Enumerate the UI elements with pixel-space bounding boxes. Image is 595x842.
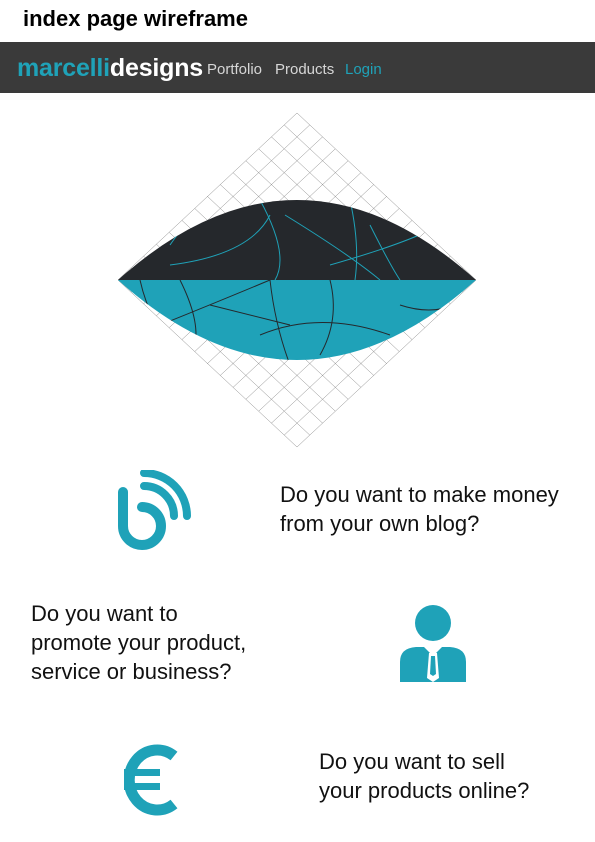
text-line: promote your product, bbox=[31, 630, 247, 655]
text-line: your products online? bbox=[319, 778, 530, 803]
section-sell-text: Do you want to sell your products online… bbox=[319, 747, 529, 805]
text-line: service or business? bbox=[31, 659, 232, 684]
lens-shape bbox=[118, 200, 476, 360]
navbar: marcellidesigns Portfolio Products Login bbox=[0, 42, 595, 93]
brand-part-1: marcelli bbox=[17, 54, 110, 82]
text-line: from your own blog? bbox=[280, 511, 480, 536]
nav-item-portfolio[interactable]: Portfolio bbox=[207, 61, 262, 79]
blog-rss-icon bbox=[118, 470, 191, 550]
brand-logo[interactable]: marcellidesigns bbox=[17, 52, 203, 84]
text-line: Do you want to bbox=[31, 601, 178, 626]
section-promote-text: Do you want to promote your product, ser… bbox=[31, 599, 246, 686]
text-line: Do you want to sell bbox=[319, 749, 505, 774]
nav-item-login[interactable]: Login bbox=[345, 61, 382, 79]
euro-icon bbox=[124, 744, 178, 816]
nav-item-products[interactable]: Products bbox=[275, 61, 334, 79]
text-line: Do you want to make money bbox=[280, 482, 559, 507]
hero-logo-graphic bbox=[117, 112, 477, 448]
page-title: index page wireframe bbox=[23, 6, 248, 31]
brand-part-2: designs bbox=[109, 54, 203, 82]
section-blog-text: Do you want to make money from your own … bbox=[280, 480, 559, 538]
businessman-icon bbox=[400, 605, 466, 682]
